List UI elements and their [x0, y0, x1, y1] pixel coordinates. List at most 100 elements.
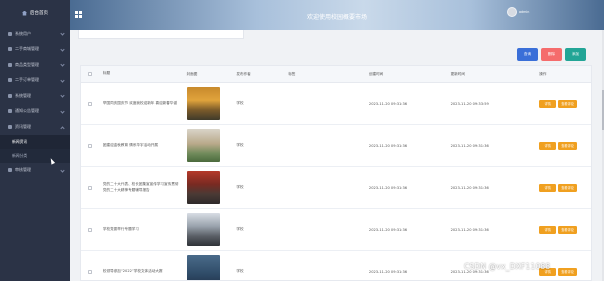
chevron-down-icon [60, 46, 65, 52]
store-icon [8, 47, 12, 52]
column-header-author[interactable]: 发布作者 [228, 72, 279, 77]
sidebar-item-label: 通知公告管理 [15, 108, 39, 114]
sidebar-subitem[interactable]: 新闻资讯 [0, 134, 70, 149]
cell-created: 2023-11-20 09:31:36 [368, 269, 408, 274]
sidebar-item[interactable]: 通知公告管理 [0, 104, 70, 120]
select-all-checkbox[interactable] [87, 72, 92, 76]
header-bar: 欢迎使用校园概要市场 admin [70, 0, 604, 30]
settings-icon [8, 93, 12, 98]
cover-image[interactable] [186, 213, 220, 246]
detail-button[interactable]: 详情 [539, 183, 557, 192]
cell-author: 学校 [236, 227, 244, 231]
sidebar-item-label: 商品类型管理 [15, 61, 39, 67]
sidebar-item-label: 系统用户 [15, 30, 31, 36]
cell-updated: 2023-11-20 09:31:36 [450, 143, 489, 148]
sidebar-menu: 系统用户二手商城管理 商品类型管理 二手订单管理 系统管理通知公告管理 资讯管理新闻资讯… [0, 26, 70, 178]
sidebar-item[interactable]: 审核管理 [0, 163, 70, 179]
main-content: 查询 删除 添加 标题 封面图 发布作者 标签 创建时间 更新时间 操作 举国同… [70, 30, 602, 281]
chevron-down-icon [60, 125, 65, 131]
cell-created: 2023-11-20 09:31:36 [368, 101, 408, 106]
sidebar-item[interactable]: 系统用户 [0, 26, 70, 42]
sidebar-item[interactable]: 商品类型管理 [0, 57, 70, 73]
cell-created: 2023-11-20 09:31:36 [368, 143, 408, 148]
sidebar-item-label: 审核管理 [15, 167, 31, 173]
cell-updated: 2023-11-20 09:31:36 [450, 185, 489, 190]
cell-title: 党的二十大代表、校长团集宣宣传学习宣传贯彻党的二十大精神专题辅导报告 [102, 182, 179, 192]
review-button[interactable]: 查看评论 [558, 99, 577, 108]
table-row[interactable]: 学校党委举行专题学习 学校 2023-11-20 09:31:36 2023-11-2… [81, 209, 591, 251]
review-button[interactable]: 查看评论 [558, 183, 577, 192]
cell-updated: 2023-11-20 09:33:59 [450, 101, 489, 106]
cell-title: 团建迎金秋教育 情系华宇活动开展 [102, 142, 158, 147]
sidebar-item-label: 二手商城管理 [15, 46, 39, 52]
search-form [78, 30, 244, 39]
avatar[interactable] [507, 7, 517, 17]
cell-created: 2023-11-20 09:31:36 [368, 185, 408, 190]
table-row[interactable]: 举国同庆国庆节 欢度我校迎新年 喜迎新春华诞 学校 2023-11-20 09:31… [81, 83, 591, 125]
watermark: CSDN @vx_DXF11088 [464, 262, 551, 271]
user-icon [8, 31, 12, 36]
chevron-down-icon [60, 31, 65, 36]
sidebar-item[interactable]: 二手商城管理 [0, 42, 70, 58]
row-checkbox[interactable] [87, 185, 92, 190]
cell-title: 举国同庆国庆节 欢度我校迎新年 喜迎新春华诞 [102, 100, 178, 105]
sidebar-subitem[interactable]: 新闻分类 [0, 148, 70, 163]
news-table: 标题 封面图 发布作者 标签 创建时间 更新时间 操作 举国同庆国庆节 欢度我校… [80, 65, 592, 281]
review-button[interactable]: 查看评论 [558, 267, 577, 276]
sidebar-item-label: 系统管理 [15, 92, 31, 98]
sidebar-brand[interactable]: 后台首页 [0, 0, 70, 26]
detail-button[interactable]: 详情 [539, 225, 557, 234]
app-window: 后台首页 系统用户二手商城管理 商品类型管理 二手订单管理 系统管理通知公告管理 资讯管… [0, 0, 604, 281]
search-button[interactable]: 查询 [517, 48, 538, 61]
sidebar: 后台首页 系统用户二手商城管理 商品类型管理 二手订单管理 系统管理通知公告管理 资讯管… [0, 0, 70, 281]
cell-title: 学校党委举行专题学习 [102, 226, 139, 231]
audit-icon [8, 168, 12, 173]
username-label[interactable]: admin [519, 10, 529, 14]
table-header: 标题 封面图 发布作者 标签 创建时间 更新时间 操作 [81, 66, 591, 83]
column-header-actions: 操作 [539, 71, 547, 76]
column-header-cover: 封面图 [186, 71, 198, 76]
delete-button[interactable]: 删除 [541, 48, 562, 61]
column-header-updated[interactable]: 更新时间 [441, 72, 531, 77]
review-button[interactable]: 查看评论 [558, 141, 577, 150]
cover-image[interactable] [186, 255, 220, 280]
cell-created: 2023-11-20 09:31:36 [368, 227, 408, 232]
grid-icon [8, 62, 12, 67]
chevron-down-icon [60, 93, 65, 98]
chevron-down-icon [60, 167, 65, 173]
cell-author: 学校 [236, 185, 244, 189]
chevron-down-icon [60, 62, 65, 67]
column-header-tag[interactable]: 标签 [279, 72, 359, 77]
sidebar-item[interactable]: 资讯管理 [0, 119, 70, 135]
sidebar-item[interactable]: 二手订单管理 [0, 73, 70, 89]
row-checkbox[interactable] [87, 227, 92, 232]
detail-button[interactable]: 详情 [539, 141, 557, 150]
cell-title: 校领导参加“2022”学校文体活动大赛 [102, 268, 163, 273]
cell-author: 学校 [236, 269, 244, 273]
review-button[interactable]: 查看评论 [558, 225, 577, 234]
column-header-created[interactable]: 创建时间 [359, 72, 441, 77]
sidebar-item-label: 二手订单管理 [15, 77, 39, 83]
detail-button[interactable]: 详情 [539, 99, 557, 108]
order-icon [8, 78, 12, 83]
column-header-title[interactable]: 标题 [99, 71, 179, 77]
cover-image[interactable] [186, 129, 220, 162]
table-row[interactable]: 党的二十大代表、校长团集宣宣传学习宣传贯彻党的二十大精神专题辅导报告 学校 2023… [81, 167, 591, 209]
chevron-down-icon [60, 77, 65, 83]
notice-icon [8, 109, 12, 114]
table-row[interactable]: 团建迎金秋教育 情系华宇活动开展 学校 2023-11-20 09:31:36 202… [81, 125, 591, 167]
sidebar-item[interactable]: 系统管理 [0, 88, 70, 104]
cover-image[interactable] [186, 87, 220, 120]
cell-author: 学校 [236, 101, 244, 105]
row-checkbox[interactable] [87, 269, 92, 274]
add-button[interactable]: 添加 [565, 48, 586, 61]
cell-updated: 2023-11-20 09:31:36 [450, 227, 489, 232]
row-checkbox[interactable] [87, 101, 92, 106]
row-checkbox[interactable] [87, 143, 92, 148]
toolbar: 查询 删除 添加 [517, 48, 586, 61]
cover-image[interactable] [186, 171, 220, 204]
chevron-down-icon [60, 108, 65, 114]
cell-author: 学校 [236, 143, 244, 147]
brand-label: 后台首页 [30, 11, 48, 16]
sidebar-item-label: 资讯管理 [15, 123, 31, 129]
